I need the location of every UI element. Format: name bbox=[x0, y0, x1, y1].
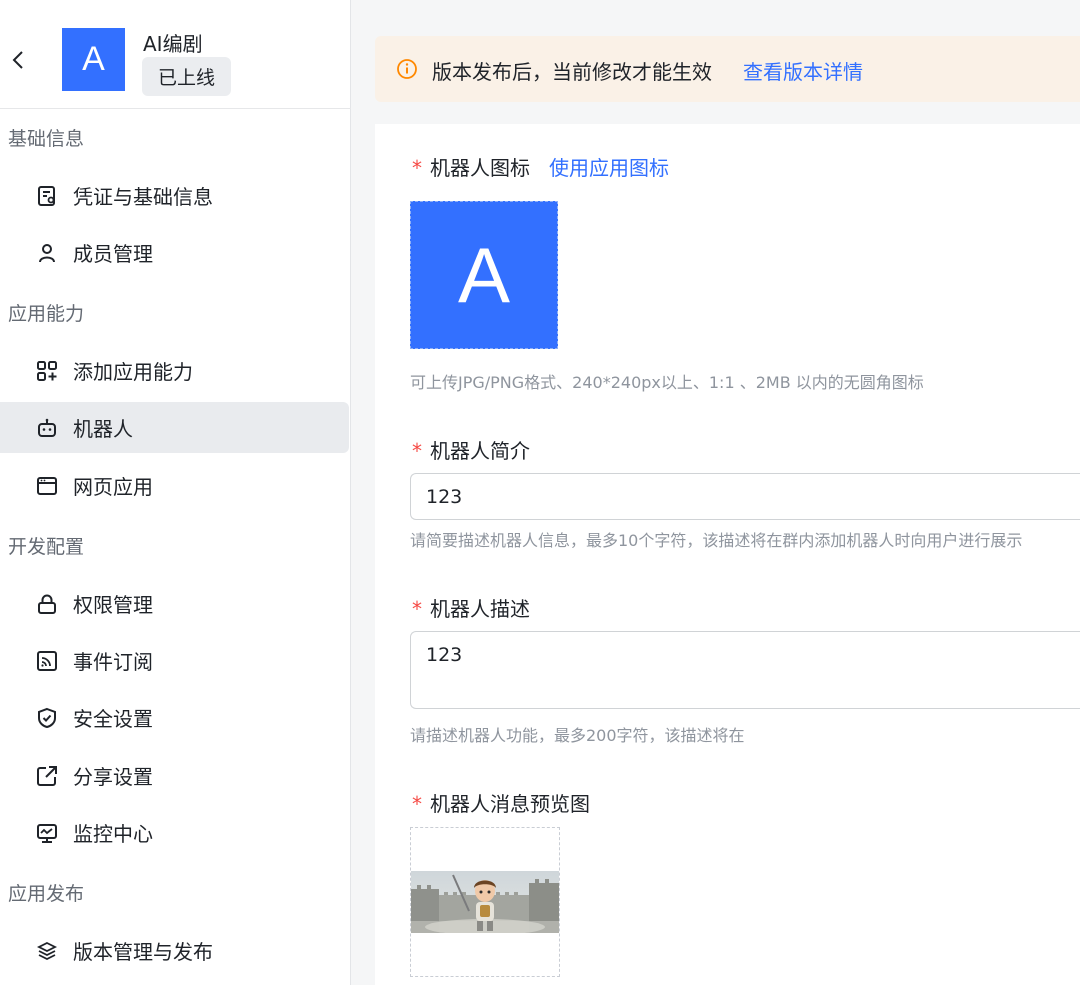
sidebar-item-web-app[interactable]: 网页应用 bbox=[0, 460, 349, 511]
bot-desc-label: * 机器人描述 bbox=[412, 597, 530, 621]
lock-icon bbox=[35, 592, 59, 616]
bot-intro-hint: 请简要描述机器人信息，最多10个字符，该描述将在群内添加机器人时向用户进行展示 bbox=[410, 531, 1023, 550]
chevron-left-icon bbox=[12, 51, 23, 69]
bot-icon-hint: 可上传JPG/PNG格式、240*240px以上、1:1 、2MB 以内的无圆角… bbox=[410, 373, 924, 392]
required-mark: * bbox=[412, 439, 422, 463]
web-app-icon bbox=[35, 474, 59, 498]
knight-character-castle-image bbox=[411, 871, 559, 933]
main-content: 版本发布后，当前修改才能生效 查看版本详情 * 机器人图标 使用应用图标 A 可上… bbox=[352, 0, 1080, 985]
app-status-badge: 已上线 bbox=[142, 57, 231, 96]
bot-preview-label: * 机器人消息预览图 bbox=[412, 792, 590, 816]
bot-icon-upload[interactable]: A bbox=[410, 201, 558, 349]
app-avatar: A bbox=[62, 28, 125, 91]
sidebar-item-security[interactable]: 安全设置 bbox=[0, 692, 349, 743]
section-title-dev: 开发配置 bbox=[8, 536, 85, 558]
publish-notice-banner: 版本发布后，当前修改才能生效 查看版本详情 bbox=[375, 36, 1080, 102]
sidebar-item-members[interactable]: 成员管理 bbox=[0, 227, 349, 278]
sidebar-item-label: 监控中心 bbox=[73, 822, 153, 846]
sidebar-item-credentials[interactable]: 凭证与基础信息 bbox=[0, 170, 349, 221]
sidebar-item-label: 凭证与基础信息 bbox=[73, 185, 213, 209]
banner-text: 版本发布后，当前修改才能生效 bbox=[432, 60, 712, 84]
sidebar-item-version[interactable]: 版本管理与发布 bbox=[0, 925, 349, 976]
sidebar: A AI编剧 已上线 基础信息 凭证与基础信息 成员管理 应用能力 添加应用能力… bbox=[0, 0, 351, 985]
sidebar-item-share[interactable]: 分享设置 bbox=[0, 750, 349, 801]
sidebar-item-robot[interactable]: 机器人 bbox=[0, 402, 349, 453]
robot-settings-form: * 机器人图标 使用应用图标 A 可上传JPG/PNG格式、240*240px以上… bbox=[375, 124, 1080, 985]
robot-icon bbox=[35, 416, 59, 440]
sidebar-item-label: 机器人 bbox=[73, 417, 133, 441]
bot-desc-hint: 请描述机器人功能，最多200字符，该描述将在 bbox=[410, 726, 745, 745]
info-icon bbox=[396, 58, 418, 80]
sidebar-item-events[interactable]: 事件订阅 bbox=[0, 635, 349, 686]
bot-preview-upload[interactable] bbox=[410, 827, 560, 977]
section-title-capability: 应用能力 bbox=[8, 303, 85, 325]
sidebar-item-add-capability[interactable]: 添加应用能力 bbox=[0, 345, 349, 396]
layers-icon bbox=[35, 939, 59, 963]
sidebar-item-permissions[interactable]: 权限管理 bbox=[0, 578, 349, 629]
sidebar-item-label: 权限管理 bbox=[73, 593, 153, 617]
monitor-icon bbox=[35, 821, 59, 845]
required-mark: * bbox=[412, 792, 422, 816]
section-title-release: 应用发布 bbox=[8, 883, 85, 905]
back-button[interactable] bbox=[6, 44, 30, 76]
bot-desc-textarea-ext bbox=[757, 631, 1080, 709]
add-capability-icon bbox=[35, 359, 59, 383]
shield-icon bbox=[35, 706, 59, 730]
app-header: A AI编剧 已上线 bbox=[0, 0, 351, 109]
section-title-basic: 基础信息 bbox=[8, 128, 85, 150]
rss-icon bbox=[35, 649, 59, 673]
sidebar-item-label: 分享设置 bbox=[73, 765, 153, 789]
bot-intro-input[interactable]: 123 bbox=[410, 473, 1080, 520]
bot-icon-label: * 机器人图标 bbox=[412, 156, 530, 180]
credential-icon bbox=[35, 184, 59, 208]
sidebar-item-label: 成员管理 bbox=[73, 242, 153, 266]
bot-desc-textarea[interactable]: 123 bbox=[410, 631, 757, 709]
view-version-details-link[interactable]: 查看版本详情 bbox=[743, 56, 863, 85]
sidebar-item-label: 版本管理与发布 bbox=[73, 940, 213, 964]
app-name: AI编剧 bbox=[143, 32, 203, 56]
sidebar-item-label: 网页应用 bbox=[73, 475, 153, 499]
bot-desc-value: 123 bbox=[426, 644, 463, 666]
member-icon bbox=[35, 241, 59, 265]
required-mark: * bbox=[412, 597, 422, 621]
sidebar-item-label: 安全设置 bbox=[73, 707, 153, 731]
use-app-icon-link[interactable]: 使用应用图标 bbox=[549, 152, 669, 181]
required-mark: * bbox=[412, 156, 422, 180]
sidebar-item-monitor[interactable]: 监控中心 bbox=[0, 807, 349, 858]
share-icon bbox=[35, 764, 59, 788]
sidebar-item-label: 添加应用能力 bbox=[73, 360, 193, 384]
bot-intro-label: * 机器人简介 bbox=[412, 439, 530, 463]
sidebar-item-label: 事件订阅 bbox=[73, 650, 153, 674]
